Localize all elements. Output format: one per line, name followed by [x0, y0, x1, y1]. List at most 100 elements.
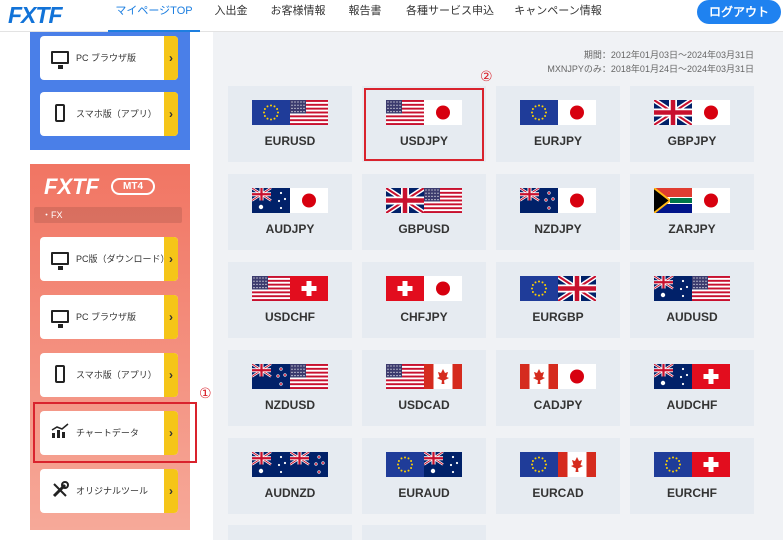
flag-jp-icon [558, 100, 596, 125]
currency-tile-usdcad[interactable]: USDCAD [362, 350, 486, 426]
flag-us-icon [290, 364, 328, 389]
tools-icon [50, 481, 70, 501]
period-text-mxnjpy: MXNJPYのみ：2018年01月24日～2024年03月31日 [547, 64, 754, 74]
chevron-right-icon: › [164, 353, 178, 397]
fx-label: ・FX [34, 207, 182, 223]
pc-browser-button[interactable]: PC ブラウザ版 › [40, 36, 178, 80]
button-label: PC版（ダウンロード） [76, 254, 170, 264]
flag-nz-icon [290, 452, 328, 477]
currency-tile-cadjpy[interactable]: CADJPY [496, 350, 620, 426]
currency-tile-euraud[interactable]: EURAUD [362, 438, 486, 514]
nav-campaign[interactable]: キャンペーン情報 [510, 0, 606, 32]
pair-label: GBPJPY [667, 134, 717, 148]
mt4-smartphone-app-button[interactable]: スマホ版（アプリ） › [40, 353, 178, 397]
pair-label: CHFJPY [400, 310, 448, 324]
pair-label: USDCHF [265, 310, 315, 324]
pair-label: AUDJPY [265, 222, 315, 236]
flag-eu-icon [654, 452, 692, 477]
pair-label: CADJPY [533, 398, 583, 412]
flag-eu-icon [520, 100, 558, 125]
currency-tile-usdchf[interactable]: USDCHF [228, 262, 352, 338]
flag-nz-icon [520, 188, 558, 213]
nav-reports[interactable]: 報告書 [342, 0, 388, 32]
monitor-icon [50, 249, 70, 270]
currency-tile-partial[interactable] [228, 525, 352, 540]
flag-jp-icon [424, 276, 462, 301]
flag-au-icon [252, 188, 290, 213]
currency-tile-gbpjpy[interactable]: GBPJPY [630, 86, 754, 162]
currency-tile-audchf[interactable]: AUDCHF [630, 350, 754, 426]
chevron-right-icon: › [164, 469, 178, 513]
smartphone-icon [50, 365, 70, 385]
currency-tile-eurcad[interactable]: EURCAD [496, 438, 620, 514]
flag-us-icon [252, 276, 290, 301]
flag-jp-icon [558, 188, 596, 213]
pair-label: EURJPY [533, 134, 583, 148]
flag-eu-icon [520, 452, 558, 477]
pair-label: AUDUSD [666, 310, 718, 324]
flag-au-icon [654, 276, 692, 301]
currency-tile-audusd[interactable]: AUDUSD [630, 262, 754, 338]
pair-label: EURCAD [532, 486, 584, 500]
highlight-box-chart-data [33, 402, 197, 463]
pc-download-button[interactable]: PC版（ダウンロード） › [40, 237, 178, 281]
flag-nz-icon [252, 364, 290, 389]
flag-us-icon [424, 188, 462, 213]
currency-tile-gbpusd[interactable]: GBPUSD [362, 174, 486, 250]
flag-au-icon [424, 452, 462, 477]
flag-gb-icon [558, 276, 596, 301]
nav-customer-info[interactable]: お客様情報 [268, 0, 328, 32]
logout-button[interactable]: ログアウト [697, 0, 781, 24]
currency-tile-audjpy[interactable]: AUDJPY [228, 174, 352, 250]
flag-us-icon [386, 364, 424, 389]
chevron-right-icon: › [164, 237, 178, 281]
currency-tile-eurchf[interactable]: EURCHF [630, 438, 754, 514]
monitor-icon [50, 307, 70, 328]
pair-label: ZARJPY [668, 222, 716, 236]
currency-tile-chfjpy[interactable]: CHFJPY [362, 262, 486, 338]
nav-mypage-top[interactable]: マイページTOP [108, 0, 200, 32]
pair-label: NZDUSD [265, 398, 315, 412]
flag-ch-icon [386, 276, 424, 301]
currency-tile-eurgbp[interactable]: EURGBP [496, 262, 620, 338]
nav-deposit[interactable]: 入出金 [208, 0, 254, 32]
highlight-box-usdjpy [364, 88, 484, 161]
flag-ch-icon [290, 276, 328, 301]
currency-tile-audnzd[interactable]: AUDNZD [228, 438, 352, 514]
currency-tile-partial[interactable] [362, 525, 486, 540]
brand-logo[interactable]: FXTF [8, 2, 62, 29]
chevron-right-icon: › [164, 295, 178, 339]
mt4-pc-browser-button[interactable]: PC ブラウザ版 › [40, 295, 178, 339]
flag-ch-icon [692, 364, 730, 389]
flag-jp-icon [558, 364, 596, 389]
smartphone-app-button[interactable]: スマホ版（アプリ） › [40, 92, 178, 136]
flag-gb-icon [386, 188, 424, 213]
marker-2: ② [480, 68, 493, 84]
flag-us-icon [290, 100, 328, 125]
pair-label: GBPUSD [398, 222, 450, 236]
mt4-brand-logo: FXTF [44, 174, 99, 199]
flag-ca-icon [520, 364, 558, 389]
flag-au-icon [252, 452, 290, 477]
flag-eu-icon [386, 452, 424, 477]
chevron-right-icon: › [164, 36, 178, 80]
pair-label: AUDCHF [666, 398, 718, 412]
currency-tile-eurjpy[interactable]: EURJPY [496, 86, 620, 162]
currency-tile-nzdusd[interactable]: NZDUSD [228, 350, 352, 426]
currency-tile-eurusd[interactable]: EURUSD [228, 86, 352, 162]
currency-tile-zarjpy[interactable]: ZARJPY [630, 174, 754, 250]
button-label: スマホ版（アプリ） [76, 109, 157, 119]
flag-za-icon [654, 188, 692, 213]
flag-ca-icon [558, 452, 596, 477]
monitor-icon [50, 48, 70, 69]
smartphone-icon [50, 104, 70, 124]
original-tools-button[interactable]: オリジナルツール › [40, 469, 178, 513]
nav-services[interactable]: 各種サービス申込 [402, 0, 498, 32]
chevron-right-icon: › [164, 92, 178, 136]
currency-tile-nzdjpy[interactable]: NZDJPY [496, 174, 620, 250]
flag-eu-icon [252, 100, 290, 125]
button-label: PC ブラウザ版 [76, 53, 137, 63]
flag-us-icon [692, 276, 730, 301]
mt4-badge: MT4 [111, 178, 155, 195]
button-label: オリジナルツール [76, 486, 149, 496]
